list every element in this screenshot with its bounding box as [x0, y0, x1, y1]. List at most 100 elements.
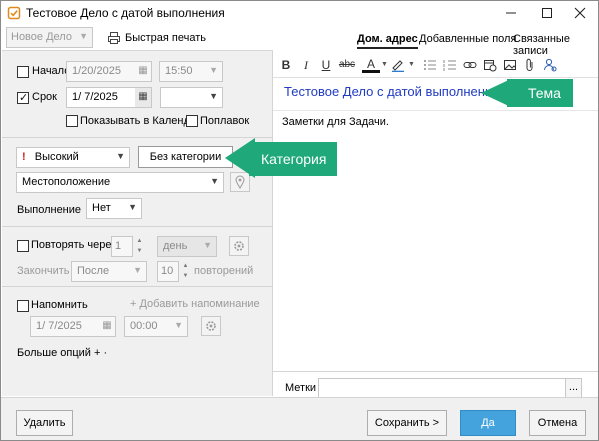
chevron-down-icon: ▼ [381, 61, 388, 68]
notes-editor[interactable]: Заметки для Задачи. [282, 116, 389, 128]
category-button[interactable]: Без категории [138, 146, 233, 168]
calendar-icon: ▦ [102, 320, 112, 331]
highlighter-icon [392, 60, 404, 73]
end-condition-value: После [77, 265, 110, 277]
tab-home-address[interactable]: Дом. адрес [357, 33, 418, 49]
link-button[interactable] [461, 56, 479, 74]
minimize-button[interactable] [493, 1, 529, 25]
end-label: Закончить [17, 265, 70, 277]
more-options-link[interactable]: Больше опций + · [17, 347, 107, 359]
due-checkbox[interactable] [17, 91, 29, 104]
chevron-down-icon: ▼ [116, 151, 125, 161]
delete-button[interactable]: Удалить [16, 410, 73, 436]
insert-date-button[interactable] [481, 56, 499, 74]
subject-callout-label: Тема [528, 85, 561, 101]
insert-image-button[interactable] [501, 56, 519, 74]
due-date-value: 1/ 7/2025 [72, 91, 118, 103]
tab-added-fields[interactable]: Добавленные поля [419, 33, 516, 45]
save-button[interactable]: Сохранить > [367, 410, 447, 436]
template-combo[interactable]: Новое Дело ▼ [6, 27, 93, 48]
close-icon [574, 7, 586, 19]
chevron-down-icon: ▼ [133, 265, 142, 275]
repeat-settings-button[interactable] [229, 236, 249, 256]
repeat-times-field[interactable]: 10 [157, 261, 179, 282]
font-color-button[interactable]: A [362, 56, 380, 73]
tags-browse-button[interactable]: ... [565, 378, 582, 399]
priority-combo[interactable]: ! Высокий ▼ [16, 147, 130, 168]
completion-label: Выполнение [17, 204, 82, 216]
italic-button[interactable]: I [297, 56, 315, 74]
chevron-down-icon: ▼ [408, 61, 415, 68]
divider [2, 286, 272, 287]
subject-field[interactable]: Тестовое Дело с датой выполнения [284, 84, 502, 99]
remind-date-field[interactable]: 1/ 7/2025 ▦ [30, 316, 116, 337]
maximize-button[interactable] [529, 1, 565, 25]
tags-input[interactable] [318, 378, 566, 399]
chevron-down-icon: ▼ [209, 65, 218, 75]
completion-combo[interactable]: Нет ▼ [86, 198, 142, 219]
start-time-value: 15:50 [165, 65, 193, 77]
strikethrough-button[interactable]: abc [337, 56, 357, 74]
tags-label: Метки [285, 382, 317, 394]
reminder-settings-button[interactable] [201, 316, 221, 336]
cancel-button[interactable]: Отмена [529, 410, 586, 436]
show-in-calendar-label: Показывать в Календа| [80, 115, 199, 127]
start-time-field[interactable]: 15:50 ▼ [159, 61, 223, 82]
repeat-checkbox[interactable] [17, 240, 29, 252]
bold-button[interactable]: B [277, 56, 295, 74]
quick-print-label: Быстрая печать [125, 32, 206, 44]
remind-date-value: 1/ 7/2025 [36, 320, 82, 332]
chevron-down-icon: ▼ [128, 202, 137, 212]
close-button[interactable] [562, 1, 598, 25]
category-callout-label: Категория [261, 151, 326, 167]
repeat-count-value: 1 [115, 240, 122, 252]
paperclip-icon [526, 58, 533, 71]
calendar-icon: ▦ [138, 65, 148, 76]
template-value: Новое Дело [11, 31, 72, 43]
repeat-label: Повторять через [31, 239, 117, 251]
subject-value: Тестовое Дело с датой выполнения [284, 84, 500, 99]
start-date-value: 1/20/2025 [72, 65, 121, 77]
category-value: Без категории [149, 151, 222, 163]
location-combo[interactable]: Местоположение ▼ [16, 172, 224, 193]
remind-time-field[interactable]: 00:00 ▼ [124, 316, 188, 337]
bullet-list-button[interactable] [421, 56, 439, 74]
attach-button[interactable] [521, 56, 539, 74]
repeat-unit-combo[interactable]: день ▼ [157, 236, 217, 257]
repeat-count-spinner[interactable]: ▲ ▼ [135, 236, 144, 257]
start-label: Начало [32, 65, 71, 77]
repeat-times-spinner[interactable]: ▲ ▼ [181, 261, 190, 282]
printer-icon [108, 32, 120, 44]
start-date-field[interactable]: 1/20/2025 ▦ [66, 61, 152, 82]
divider [2, 226, 272, 227]
ok-button[interactable]: Да [460, 410, 516, 436]
end-condition-combo[interactable]: После ▼ [71, 261, 147, 282]
remind-checkbox[interactable] [17, 300, 29, 312]
underline-button[interactable]: U [317, 56, 335, 74]
due-time-field[interactable]: ▼ [160, 87, 223, 108]
remind-time-value: 00:00 [130, 320, 158, 332]
gear-icon [206, 321, 216, 331]
numbered-list-button[interactable] [441, 56, 459, 74]
show-in-calendar-checkbox[interactable] [66, 115, 78, 127]
numbered-list-icon [443, 60, 456, 71]
due-date-field[interactable]: 1/ 7/2025 ▦ [66, 87, 152, 108]
start-checkbox[interactable] [17, 66, 29, 78]
chevron-down-icon: ▼ [79, 31, 88, 41]
chevron-down-icon: ▼ [203, 240, 212, 250]
due-label: Срок [32, 91, 57, 103]
float-checkbox[interactable] [186, 115, 198, 127]
maximize-icon [542, 8, 552, 18]
task-properties-panel: Начало 1/20/2025 ▦ 15:50 ▼ Срок 1/ 7/202… [2, 50, 272, 396]
gear-icon [234, 241, 244, 251]
category-callout: Категория [225, 138, 337, 178]
repeat-unit-value: день [163, 240, 188, 252]
link-icon [463, 62, 477, 68]
repeats-word: повторений [194, 265, 254, 277]
calendar-clock-icon [484, 60, 497, 72]
highlight-button[interactable] [389, 56, 407, 74]
add-reminder-link[interactable]: + Добавить напоминание [130, 298, 260, 310]
repeat-count-field[interactable]: 1 [111, 236, 133, 257]
link-contact-button[interactable] [541, 56, 559, 74]
task-app-icon [7, 6, 21, 20]
